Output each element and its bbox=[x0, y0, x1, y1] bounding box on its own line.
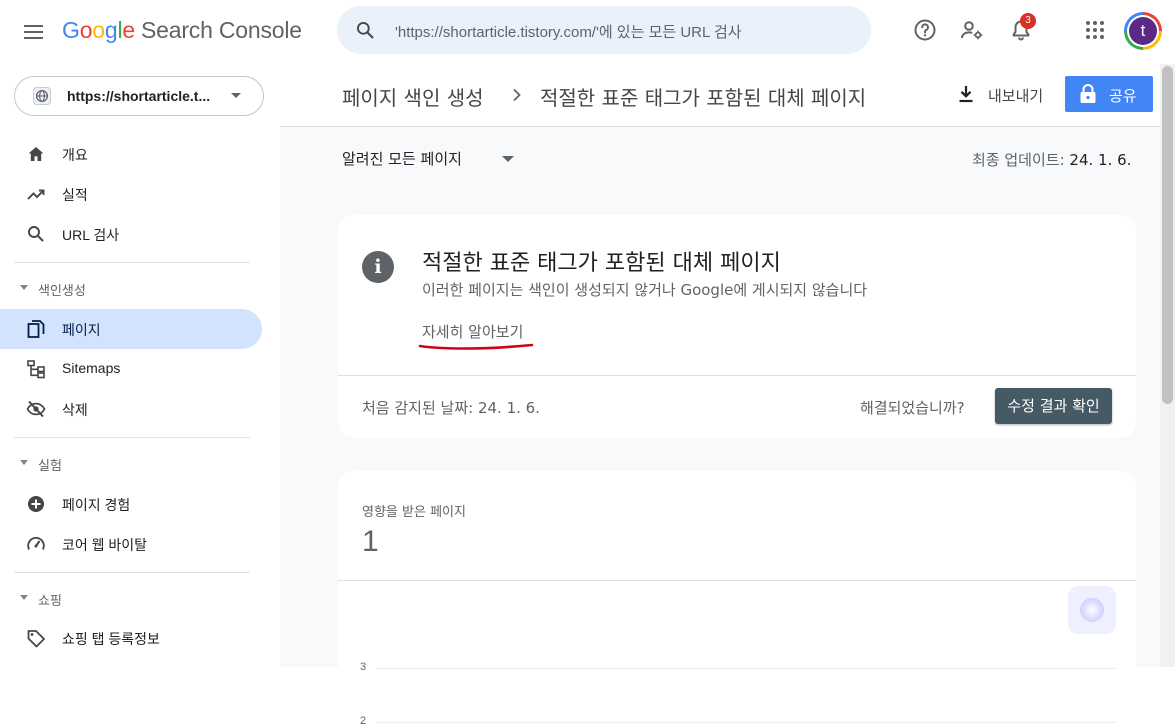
visibility-off-icon bbox=[26, 400, 46, 418]
sidebar-item-url-inspection[interactable]: URL 검사 bbox=[0, 214, 262, 254]
account-avatar[interactable]: t bbox=[1124, 12, 1162, 50]
sidebar-item-performance[interactable]: 실적 bbox=[0, 174, 262, 214]
lock-icon bbox=[1080, 84, 1096, 103]
speed-gauge-icon bbox=[27, 536, 45, 550]
chevron-down-icon bbox=[502, 156, 514, 162]
learn-more-link[interactable]: 자세히 알아보기 bbox=[422, 321, 523, 342]
url-inspection-search[interactable]: 'https://shortarticle.tistory.com/'에 있는 … bbox=[337, 6, 871, 54]
issue-detail-card: i 적절한 표준 태그가 포함된 대체 페이지 이러한 페이지는 색인이 생성되… bbox=[338, 215, 1136, 438]
notification-count-badge: 3 bbox=[1020, 13, 1036, 29]
help-icon[interactable] bbox=[913, 18, 937, 42]
affected-pages-label: 영향을 받은 페이지 bbox=[362, 505, 466, 520]
collapse-triangle-icon bbox=[20, 285, 28, 290]
sidebar-divider bbox=[14, 262, 250, 263]
card-divider bbox=[338, 580, 1136, 581]
search-icon bbox=[28, 226, 44, 242]
property-selector[interactable]: https://shortarticle.t... bbox=[14, 76, 264, 116]
property-url: https://shortarticle.t... bbox=[67, 88, 211, 104]
breadcrumb-parent-link[interactable]: 페이지 색인 생성 bbox=[342, 82, 484, 111]
manage-users-icon[interactable] bbox=[960, 18, 984, 42]
scrollbar-thumb[interactable] bbox=[1162, 66, 1173, 404]
affected-pages-count: 1 bbox=[362, 525, 379, 558]
avatar-letter: t bbox=[1129, 17, 1157, 45]
sidebar-item-pages[interactable]: 페이지 bbox=[0, 309, 262, 349]
globe-icon bbox=[33, 87, 51, 105]
pages-icon bbox=[27, 320, 45, 338]
collapse-triangle-icon bbox=[20, 595, 28, 600]
validate-fix-button[interactable]: 수정 결과 확인 bbox=[995, 388, 1112, 424]
apps-grid-icon[interactable] bbox=[1083, 18, 1107, 42]
top-app-bar: Google Search Console 'https://shortartic… bbox=[0, 0, 1175, 64]
chevron-down-icon bbox=[231, 93, 241, 98]
page-title: 적절한 표준 태그가 포함된 대체 페이지 bbox=[540, 86, 867, 110]
home-icon bbox=[28, 147, 44, 161]
search-icon bbox=[357, 22, 374, 39]
sidebar-item-page-experience[interactable]: 페이지 경험 bbox=[0, 484, 262, 524]
issue-description: 이러한 페이지는 색인이 생성되지 않거나 Google에 게시되지 않습니다 bbox=[422, 281, 868, 299]
tag-icon bbox=[27, 630, 45, 648]
product-name: Search Console bbox=[141, 17, 302, 43]
sidebar-divider bbox=[14, 572, 250, 573]
resolved-question: 해결되었습니까? bbox=[860, 399, 965, 417]
first-detected-date: 처음 감지된 날짜: 24. 1. 6. bbox=[362, 399, 540, 417]
sidebar-item-core-web-vitals[interactable]: 코어 웹 바이탈 bbox=[0, 524, 262, 564]
plus-circle-icon bbox=[28, 496, 44, 512]
sidebar-item-overview[interactable]: 개요 bbox=[0, 134, 262, 174]
sitemap-icon bbox=[27, 360, 45, 379]
affected-pages-card: 영향을 받은 페이지 1 3 2 bbox=[338, 471, 1136, 727]
page-filter-dropdown[interactable]: 알려진 모든 페이지 bbox=[342, 148, 514, 172]
search-placeholder: 'https://shortarticle.tistory.com/'에 있는 … bbox=[395, 24, 742, 41]
last-updated: 최종 업데이트: 24. 1. 6. bbox=[972, 151, 1132, 169]
share-button[interactable]: 공유 bbox=[1065, 76, 1153, 112]
app-logo[interactable]: Google Search Console bbox=[62, 17, 302, 44]
chart-gridline bbox=[376, 668, 1116, 669]
chart-gridline bbox=[376, 722, 1116, 723]
card-divider bbox=[338, 375, 1136, 376]
issue-title: 적절한 표준 태그가 포함된 대체 페이지 bbox=[422, 251, 781, 276]
sidebar-nav: https://shortarticle.t... 개요 실적 URL 검사 색… bbox=[0, 64, 280, 667]
y-axis-tick-label: 2 bbox=[360, 715, 367, 727]
sidebar-divider bbox=[14, 437, 250, 438]
sidebar-item-shopping-tab-listings[interactable]: 쇼핑 탭 등록정보 bbox=[0, 618, 262, 658]
hamburger-menu-icon[interactable] bbox=[22, 20, 46, 44]
sidebar-item-sitemaps[interactable]: Sitemaps bbox=[0, 349, 262, 389]
assistant-sparkle-button[interactable] bbox=[1068, 586, 1116, 634]
download-icon bbox=[959, 86, 973, 103]
y-axis-tick-label: 3 bbox=[360, 661, 367, 673]
red-underline-annotation bbox=[418, 343, 534, 350]
sparkle-icon bbox=[1080, 598, 1104, 622]
page-scrollbar[interactable] bbox=[1160, 64, 1175, 667]
page-header: 페이지 색인 생성 적절한 표준 태그가 포함된 대체 페이지 내보내기 공유 bbox=[280, 64, 1160, 127]
trending-up-icon bbox=[27, 189, 45, 200]
collapse-triangle-icon bbox=[20, 460, 28, 465]
chevron-right-icon bbox=[513, 88, 521, 102]
main-content: 페이지 색인 생성 적절한 표준 태그가 포함된 대체 페이지 내보내기 공유 … bbox=[280, 64, 1160, 727]
info-icon: i bbox=[362, 251, 394, 283]
sidebar-item-removals[interactable]: 삭제 bbox=[0, 389, 262, 429]
